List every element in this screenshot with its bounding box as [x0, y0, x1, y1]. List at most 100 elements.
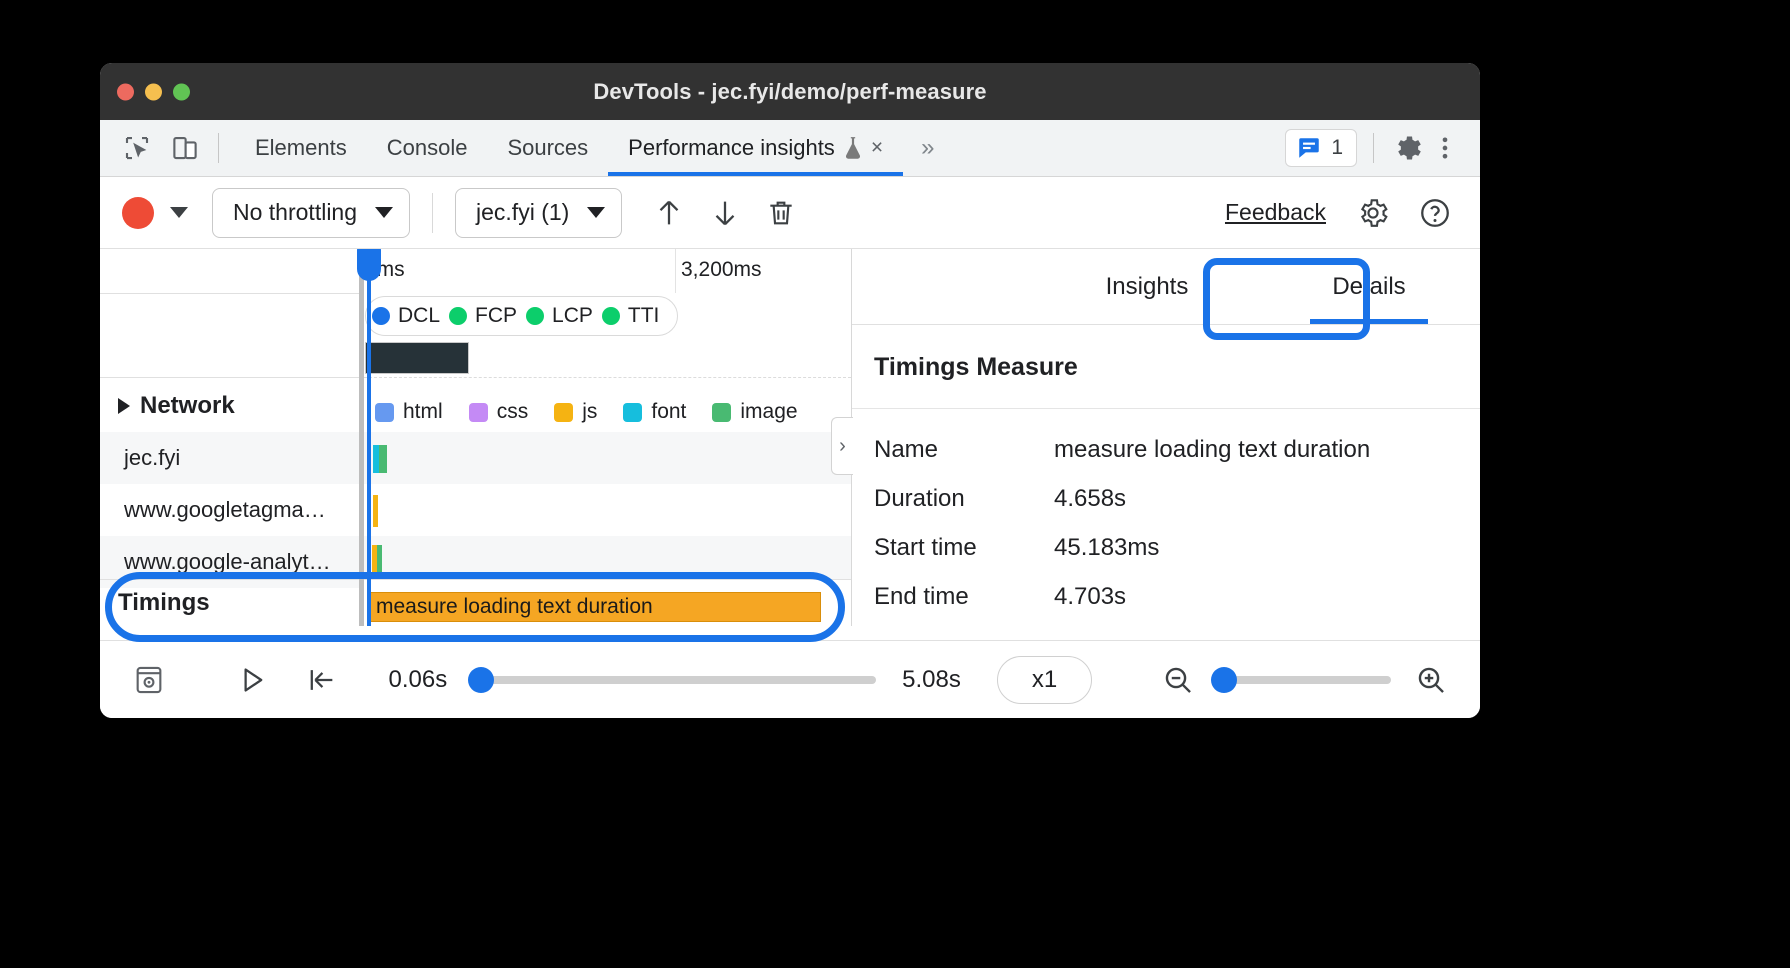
- track-row-network[interactable]: Network: [100, 379, 359, 432]
- network-request-bar[interactable]: [373, 495, 378, 527]
- track-row-jecfyi[interactable]: jec.fyi: [100, 432, 359, 484]
- timings-entry-label: measure loading text duration: [376, 595, 653, 619]
- range-slider[interactable]: [473, 675, 876, 685]
- page-markers-legend: DCL FCP LCP TTI: [365, 296, 678, 336]
- slider-track[interactable]: [1217, 676, 1391, 684]
- details-row-start-time: Start time 45.183ms: [852, 523, 1480, 572]
- marker-label: TTI: [628, 304, 660, 328]
- filmstrip-thumbnail[interactable]: [365, 342, 469, 374]
- target-select[interactable]: jec.fyi (1): [455, 188, 622, 238]
- jump-to-start-icon[interactable]: [296, 654, 347, 706]
- legend-swatch: [375, 403, 394, 422]
- gear-icon[interactable]: [1350, 190, 1396, 236]
- details-key: Start time: [874, 534, 1054, 562]
- details-value: measure loading text duration: [1054, 436, 1370, 464]
- traffic-light-controls[interactable]: [117, 83, 190, 100]
- toolbar-divider: [432, 193, 433, 233]
- marker-label: FCP: [475, 304, 517, 328]
- network-request-bar[interactable]: [379, 445, 387, 473]
- details-key: Name: [874, 436, 1054, 464]
- marker-bead: [526, 307, 544, 325]
- tab-console[interactable]: Console: [367, 120, 488, 176]
- performance-toolbar: No throttling jec.fyi (1): [100, 177, 1480, 249]
- tabbar-divider: [218, 133, 219, 163]
- help-circle-icon[interactable]: [1412, 190, 1458, 236]
- timeline-bottom-toolbar: 0.06s 5.08s x1: [100, 640, 1480, 718]
- tabbar-left-icons: [100, 131, 202, 165]
- network-request-bar[interactable]: [377, 545, 382, 575]
- close-window-icon[interactable]: [117, 83, 134, 100]
- playhead-handle[interactable]: [357, 249, 381, 281]
- tab-insights[interactable]: Insights: [1036, 249, 1258, 324]
- legend-js: js: [554, 400, 597, 424]
- details-pane: › Insights Details Timings Measure Name …: [852, 249, 1480, 626]
- more-tabs-icon[interactable]: »: [903, 134, 949, 162]
- record-options-chevron-down-icon[interactable]: [170, 207, 188, 218]
- track-row-googletagmanager[interactable]: www.googletagma…: [100, 484, 359, 536]
- close-icon[interactable]: ×: [871, 136, 883, 160]
- track-label: www.google-analyt…: [124, 549, 331, 575]
- issues-button[interactable]: 1: [1285, 129, 1357, 167]
- legend-font: font: [623, 400, 686, 424]
- minimize-window-icon[interactable]: [145, 83, 162, 100]
- legend-image: image: [712, 400, 797, 424]
- play-triangle-icon[interactable]: [227, 654, 278, 706]
- marker-bead: [602, 307, 620, 325]
- zoom-slider[interactable]: [1217, 675, 1391, 685]
- details-tabbar: Insights Details: [852, 249, 1480, 325]
- timings-measure-entry[interactable]: measure loading text duration: [369, 592, 821, 622]
- range-start-knob[interactable]: [468, 667, 494, 693]
- flask-icon: [843, 136, 863, 160]
- legend-swatch: [623, 403, 642, 422]
- tab-sources[interactable]: Sources: [487, 120, 608, 176]
- slider-track[interactable]: [473, 676, 876, 684]
- legend-label: image: [740, 400, 797, 424]
- time-ruler[interactable]: 0ms 3,200ms: [359, 249, 851, 293]
- zoom-knob[interactable]: [1211, 667, 1237, 693]
- details-title: Timings Measure: [852, 353, 1480, 409]
- ruler-tick-label: 3,200ms: [681, 258, 762, 282]
- cursor-select-icon[interactable]: [120, 131, 154, 165]
- maximize-window-icon[interactable]: [173, 83, 190, 100]
- marker-tti: TTI: [602, 304, 660, 328]
- gear-icon[interactable]: [1390, 131, 1424, 165]
- tab-details[interactable]: Details: [1258, 249, 1480, 324]
- download-arrow-icon[interactable]: [702, 190, 748, 236]
- marker-fcp: FCP: [449, 304, 517, 328]
- kebab-menu-icon[interactable]: [1428, 131, 1462, 165]
- zoom-level-chip[interactable]: x1: [997, 656, 1092, 704]
- record-button[interactable]: [122, 197, 154, 229]
- devtools-window: DevTools - jec.fyi/demo/perf-measure: [100, 63, 1480, 718]
- target-value: jec.fyi (1): [476, 199, 569, 226]
- details-value: 45.183ms: [1054, 534, 1159, 562]
- throttling-select[interactable]: No throttling: [212, 188, 410, 238]
- details-row-duration: Duration 4.658s: [852, 474, 1480, 523]
- details-value: 4.703s: [1054, 583, 1126, 611]
- legend-label: js: [582, 400, 597, 424]
- screenshot-icon[interactable]: [124, 654, 175, 706]
- track-row-timings[interactable]: Timings: [100, 580, 359, 626]
- main-content: Network jec.fyi www.googletagma… www.goo…: [100, 249, 1480, 626]
- timeline-playhead[interactable]: [367, 249, 371, 626]
- tabbar-right-controls: 1: [1285, 129, 1480, 167]
- tab-label: Sources: [507, 135, 588, 161]
- feedback-link[interactable]: Feedback: [1225, 199, 1326, 226]
- details-value: 4.658s: [1054, 485, 1126, 513]
- device-toggle-icon[interactable]: [168, 131, 202, 165]
- details-key: Duration: [874, 485, 1054, 513]
- tab-performance-insights[interactable]: Performance insights ×: [608, 120, 903, 176]
- tab-elements[interactable]: Elements: [235, 120, 367, 176]
- upload-arrow-icon[interactable]: [646, 190, 692, 236]
- marker-lcp: LCP: [526, 304, 593, 328]
- legend-label: font: [651, 400, 686, 424]
- chevron-right-icon[interactable]: ›: [831, 417, 853, 475]
- expand-triangle-icon[interactable]: [118, 398, 130, 414]
- marker-bead: [372, 307, 390, 325]
- track-label: jec.fyi: [124, 445, 180, 471]
- marker-label: LCP: [552, 304, 593, 328]
- magnifier-plus-icon[interactable]: [1405, 654, 1456, 706]
- timeline-tracks[interactable]: 0ms 3,200ms DCL FCP: [359, 249, 851, 626]
- magnifier-minus-icon[interactable]: [1152, 654, 1203, 706]
- tabbar-right-divider: [1373, 133, 1374, 163]
- trash-icon[interactable]: [758, 190, 804, 236]
